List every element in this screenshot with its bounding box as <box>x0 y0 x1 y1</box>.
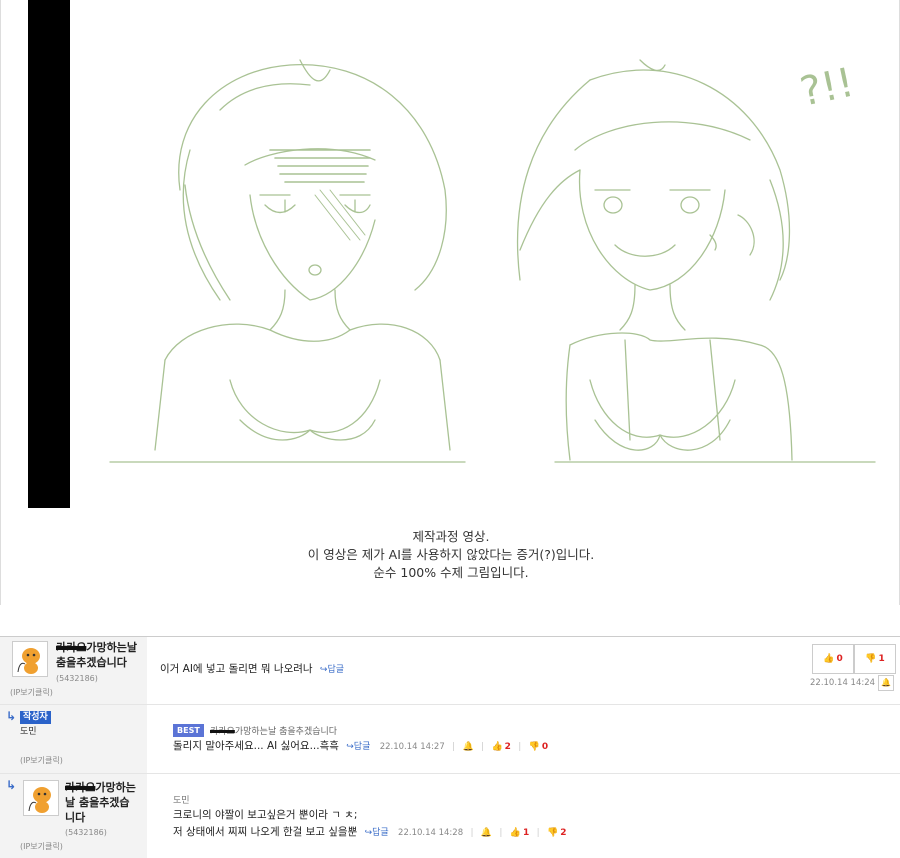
comment-row: 카카오가망하는날 춤을추겠습니다 (5432186) (IP보기클릭) 이거 A… <box>0 637 900 705</box>
author-nickname[interactable]: 도민 <box>20 727 37 738</box>
downvote-count: 1 <box>878 654 885 664</box>
comment-row: ↳ 카카오가망하는 날 춤을추겠습 니다 (5432186) (IP보기클릭) … <box>0 774 900 858</box>
author-id: (5432186) <box>65 828 107 837</box>
author-nickname[interactable]: 카카오가망하는 날 춤을추겠습 니다 <box>65 780 147 825</box>
reply-button[interactable]: ↪답글 <box>365 828 389 838</box>
downvote-button[interactable]: 👎 2 <box>547 826 566 838</box>
separator: | <box>470 828 474 838</box>
separator: | <box>481 742 485 752</box>
comment-row: ↳ 작성자 도민 (IP보기클릭) BEST 카카오가망하는날 춤을추겠습니다 … <box>0 705 900 774</box>
sketch-exclamation: ?!! <box>796 60 858 116</box>
comment-text: 돌리지 말아주세요... AI 싫어요...흑흑 <box>173 740 339 752</box>
nickname-part2: 날 춤을추겠습 <box>65 796 130 809</box>
comment-date: 22.10.14 14:27 <box>379 742 445 752</box>
reply-arrow-icon: ↳ <box>6 709 17 723</box>
quoted-redacted: 카카오 <box>210 727 235 737</box>
quoted-nickname: 도민 <box>173 796 190 806</box>
upvote-count: 1 <box>523 828 530 838</box>
thumbs-up-icon: 👍 <box>491 742 503 752</box>
quoted-nickname-text: 가망하는날 춤을추겠습니다 <box>234 727 338 737</box>
post-content: ?!! 제작과정 영상. 이 영상은 제가 AI를 사용하지 않았다는 증거(?… <box>0 0 900 605</box>
nickname-redacted: 카카오 <box>65 781 96 794</box>
thumbs-up-icon: 👍 <box>509 828 522 838</box>
thumbs-up-icon: 👍 <box>823 654 835 664</box>
comment-text: 이거 AI에 넣고 돌리면 뭐 나오려나 <box>160 663 313 675</box>
ip-view-link[interactable]: (IP보기클릭) <box>10 687 53 698</box>
sketch-drawing: ?!! <box>109 59 876 463</box>
avatar[interactable] <box>12 641 48 677</box>
separator: | <box>452 742 456 752</box>
upvote-button[interactable]: 👍 1 <box>510 826 529 838</box>
author-nickname[interactable]: 카카오가망하는날 춤을추겠습니다 <box>56 640 146 670</box>
reply-label: 답글 <box>353 742 371 752</box>
thumbs-down-icon: 👎 <box>528 742 540 752</box>
reply-arrow-icon: ↳ <box>6 778 17 792</box>
downvote-button[interactable]: 👎 1 <box>854 644 896 674</box>
thumbs-down-icon: 👎 <box>865 654 877 664</box>
writer-badge: 작성자 <box>20 711 51 724</box>
upvote-button[interactable]: 👍 2 <box>491 740 510 752</box>
ip-view-link[interactable]: (IP보기클릭) <box>20 841 63 852</box>
caption-line-3: 순수 100% 수제 그림입니다. <box>373 565 529 580</box>
downvote-button[interactable]: 👎 0 <box>529 740 548 752</box>
bell-icon[interactable]: 🔔 <box>463 742 474 752</box>
reply-button[interactable]: ↪답글 <box>346 742 370 752</box>
thumbs-down-icon: 👎 <box>547 828 559 838</box>
upvote-button[interactable]: 👍 0 <box>812 644 854 674</box>
video-player[interactable]: ?!! <box>28 0 883 508</box>
comment-author: ↳ 작성자 도민 (IP보기클릭) <box>0 705 147 773</box>
reply-label: 답글 <box>372 828 389 838</box>
author-id: (5432186) <box>56 674 98 683</box>
comment-text: 저 상태에서 찌찌 나오게 한걸 보고 싶을뿐 <box>173 826 358 838</box>
quoted-nickname: 카카오가망하는날 춤을추겠습니다 <box>210 724 337 737</box>
comment-author: 카카오가망하는날 춤을추겠습니다 (5432186) (IP보기클릭) <box>0 637 147 704</box>
separator: | <box>499 828 503 838</box>
downvote-count: 2 <box>560 828 567 838</box>
best-badge: BEST <box>173 724 204 737</box>
comment-date: 22.10.14 14:24 <box>810 678 876 688</box>
post-caption: 제작과정 영상. 이 영상은 제가 AI를 사용하지 않았다는 증거(?)입니다… <box>1 528 900 582</box>
bell-icon[interactable]: 🔔 <box>878 675 894 691</box>
nickname-part1: 가망하는날 <box>86 641 137 654</box>
ip-view-link[interactable]: (IP보기클릭) <box>20 755 63 766</box>
avatar[interactable] <box>23 780 59 816</box>
reply-button[interactable]: ↪답글 <box>320 665 344 675</box>
nickname-redacted: 카카오 <box>56 641 87 654</box>
comment-author: ↳ 카카오가망하는 날 춤을추겠습 니다 (5432186) (IP보기클릭) <box>0 774 147 858</box>
comment-body: 돌리지 말아주세요... AI 싫어요...흑흑 ↪답글 22.10.14 14… <box>173 739 548 755</box>
reply-label: 답글 <box>327 665 345 675</box>
comment-body: 이거 AI에 넣고 돌리면 뭐 나오려나 ↪답글 <box>160 662 344 678</box>
comment-body: 저 상태에서 찌찌 나오게 한걸 보고 싶을뿐 ↪답글 22.10.14 14:… <box>173 825 567 841</box>
nickname-part3: 니다 <box>65 811 86 824</box>
separator: | <box>536 828 540 838</box>
caption-line-2: 이 영상은 제가 AI를 사용하지 않았다는 증거(?)입니다. <box>307 547 595 562</box>
comment-body-line-1: 크로니의 야짤이 보고싶은거 뿐이라 ㄱ ㅊ; <box>173 809 358 821</box>
sketch-canvas: ?!! <box>70 0 883 508</box>
comment-date: 22.10.14 14:28 <box>398 828 464 838</box>
bell-icon[interactable]: 🔔 <box>481 828 492 838</box>
separator: | <box>518 742 522 752</box>
caption-line-1: 제작과정 영상. <box>412 529 490 544</box>
nickname-part1: 가망하는 <box>95 781 136 794</box>
downvote-count: 0 <box>541 742 549 752</box>
upvote-count: 2 <box>504 742 511 752</box>
upvote-count: 0 <box>836 654 843 664</box>
nickname-part2: 춤을추겠습니다 <box>56 656 127 669</box>
